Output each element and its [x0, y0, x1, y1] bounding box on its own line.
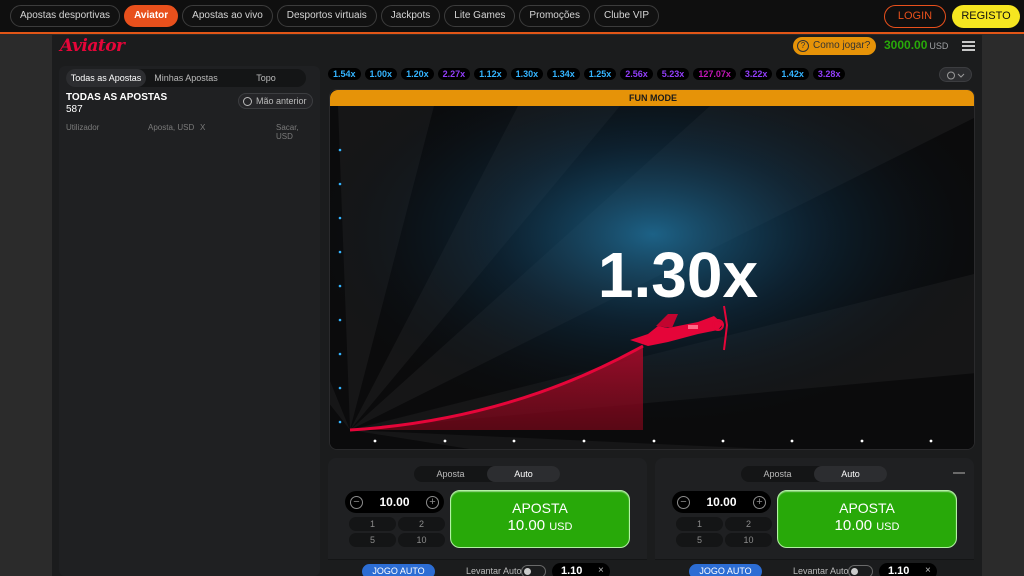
previous-hand-label: Mão anterior: [256, 96, 307, 106]
quick-amount-10[interactable]: 10: [725, 533, 772, 547]
previous-hand-button[interactable]: Mão anterior: [238, 93, 313, 109]
bets-tabs: Todas as Apostas Minhas Apostas Topo: [66, 69, 306, 87]
bet-panel-2: Aposta Auto − 10.00 + 1 2 5 10 APOSTA 10…: [655, 458, 974, 576]
history-multiplier[interactable]: 1.20x: [401, 68, 434, 80]
history-multiplier[interactable]: 1.34x: [547, 68, 580, 80]
nav-apostas-ao-vivo[interactable]: Apostas ao vivo: [182, 5, 273, 27]
login-button[interactable]: LOGIN: [884, 5, 946, 28]
quick-amount-5[interactable]: 5: [349, 533, 396, 547]
col-x: X: [200, 123, 206, 132]
balance: 3000.00 USD: [884, 38, 948, 52]
col-cashout: Sacar, USD: [276, 123, 299, 141]
bet-amount-stepper[interactable]: − 10.00 +: [345, 491, 444, 513]
bets-columns: Utilizador Aposta, USD X Sacar, USD: [66, 123, 313, 141]
tab-top[interactable]: Topo: [226, 69, 306, 87]
play-area: FUN MODE 1.30x: [329, 89, 975, 450]
tab-bet[interactable]: Aposta: [741, 466, 814, 482]
history-multiplier[interactable]: 5.23x: [656, 68, 690, 80]
bet-panel-tabs: Aposta Auto: [741, 466, 887, 482]
quick-amount-2[interactable]: 2: [725, 517, 772, 531]
auto-cashout-toggle[interactable]: [521, 565, 546, 576]
auto-game-button[interactable]: JOGO AUTO: [689, 564, 762, 576]
history-multiplier[interactable]: 1.00x: [364, 68, 398, 80]
top-navigation: Apostas desportivas Aviator Apostas ao v…: [0, 0, 1024, 34]
bets-panel: Todas as Apostas Minhas Apostas Topo TOD…: [59, 66, 320, 576]
quick-amount-10[interactable]: 10: [398, 533, 445, 547]
bet-button-currency: USD: [549, 521, 573, 533]
all-bets-count: 587: [66, 104, 83, 115]
quick-amount-5[interactable]: 5: [676, 533, 723, 547]
minus-icon[interactable]: −: [350, 495, 363, 509]
bet-button-amount: 10.00: [834, 517, 873, 534]
tab-all-bets[interactable]: Todas as Apostas: [66, 69, 146, 87]
clear-icon[interactable]: ×: [598, 565, 604, 576]
history-icon[interactable]: [939, 67, 972, 82]
tab-bet[interactable]: Aposta: [414, 466, 487, 482]
tab-my-bets[interactable]: Minhas Apostas: [146, 69, 226, 87]
how-to-play-button[interactable]: ? Como jogar?: [793, 37, 877, 55]
how-to-play-label: Como jogar?: [813, 40, 871, 51]
aviator-logo: Aviator: [60, 36, 125, 56]
remove-panel-icon[interactable]: [953, 472, 965, 474]
bet-button-amount: 10.00: [507, 517, 546, 534]
question-icon: ?: [797, 40, 809, 52]
nav-desportos-virtuais[interactable]: Desportos virtuais: [276, 5, 377, 27]
history-multiplier[interactable]: 3.28x: [812, 68, 846, 80]
bet-amount-value[interactable]: 10.00: [379, 495, 409, 509]
fun-mode-banner: FUN MODE: [330, 90, 974, 106]
bet-button-label: APOSTA: [512, 500, 568, 516]
plus-icon[interactable]: +: [753, 495, 766, 509]
place-bet-button[interactable]: APOSTA 10.00 USD: [450, 490, 630, 548]
game-header: Aviator ? Como jogar? 3000.00 USD: [52, 35, 982, 57]
balance-currency: USD: [929, 41, 949, 51]
nav-aviator[interactable]: Aviator: [124, 5, 179, 27]
auto-cashout-label: Levantar Auto: [466, 566, 522, 576]
history-multiplier[interactable]: 1.42x: [776, 68, 809, 80]
history-multiplier[interactable]: 1.54x: [328, 68, 361, 80]
plus-icon[interactable]: +: [426, 495, 439, 509]
history-multiplier[interactable]: 1.30x: [510, 68, 544, 80]
clear-icon[interactable]: ×: [925, 565, 931, 576]
tab-auto[interactable]: Auto: [487, 466, 560, 482]
current-multiplier: 1.30x: [597, 239, 759, 311]
auto-game-button[interactable]: JOGO AUTO: [362, 564, 435, 576]
bet-amount-stepper[interactable]: − 10.00 +: [672, 491, 771, 513]
history-multiplier[interactable]: 3.22x: [739, 68, 773, 80]
menu-icon[interactable]: [962, 41, 975, 51]
auto-row: JOGO AUTO Levantar Auto 1.10 ×: [328, 559, 647, 576]
history-multiplier[interactable]: 2.27x: [437, 68, 471, 80]
balance-value: 3000.00: [884, 38, 928, 52]
quick-amount-1[interactable]: 1: [349, 517, 396, 531]
bet-amount-value[interactable]: 10.00: [706, 495, 736, 509]
tab-auto[interactable]: Auto: [814, 466, 887, 482]
history-multiplier[interactable]: 1.25x: [583, 68, 617, 80]
col-user: Utilizador: [66, 123, 100, 132]
quick-amount-1[interactable]: 1: [676, 517, 723, 531]
nav-apostas-desportivas[interactable]: Apostas desportivas: [10, 5, 121, 27]
bet-button-label: APOSTA: [839, 500, 895, 516]
multiplier-history: 1.54x 1.00x 1.20x 2.27x 1.12x 1.30x 1.34x 1.25x…: [328, 66, 976, 82]
all-bets-title: TODAS AS APOSTAS: [66, 92, 168, 103]
nav-jackpots[interactable]: Jackpots: [380, 5, 441, 27]
nav-promocoes[interactable]: Promoções: [519, 5, 590, 27]
bet-panel-tabs: Aposta Auto: [414, 466, 560, 482]
nav-clube-vip[interactable]: Clube VIP: [593, 5, 660, 27]
history-multiplier[interactable]: 2.56x: [620, 68, 653, 80]
place-bet-button[interactable]: APOSTA 10.00 USD: [777, 490, 957, 548]
nav-lite-games[interactable]: Lite Games: [444, 5, 516, 27]
minus-icon[interactable]: −: [677, 495, 690, 509]
bet-button-currency: USD: [876, 521, 900, 533]
auto-row: JOGO AUTO Levantar Auto 1.10 ×: [655, 559, 974, 576]
bet-panel-1: Aposta Auto − 10.00 + 1 2 5 10 APOSTA 10…: [328, 458, 647, 576]
auto-cashout-toggle[interactable]: [848, 565, 873, 576]
quick-amount-2[interactable]: 2: [398, 517, 445, 531]
game-frame: Aviator ? Como jogar? 3000.00 USD Todas a…: [52, 35, 982, 576]
auto-cashout-label: Levantar Auto: [793, 566, 849, 576]
history-multiplier[interactable]: 1.12x: [474, 68, 507, 80]
history-multiplier[interactable]: 127.07x: [693, 68, 736, 80]
register-button[interactable]: REGISTO: [952, 5, 1020, 28]
clock-icon: [243, 96, 252, 106]
col-bet: Aposta, USD: [148, 123, 195, 132]
